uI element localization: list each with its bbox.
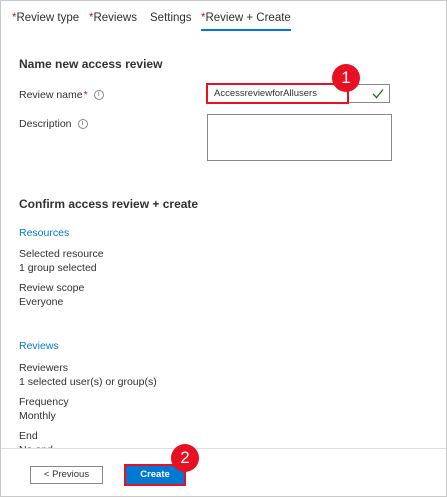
review-name-label: Review name * i: [19, 89, 104, 101]
checkmark-icon: [372, 89, 384, 99]
tab-review-type[interactable]: *Review type: [12, 12, 79, 24]
tab-settings[interactable]: Settings: [150, 12, 192, 24]
review-scope-label: Review scope: [19, 282, 85, 294]
description-label: Description i: [19, 118, 88, 130]
confirm-section-title: Confirm access review + create: [19, 197, 199, 211]
review-name-input[interactable]: AccessreviewforAllusers: [207, 84, 390, 103]
frequency-value: Monthly: [19, 410, 56, 422]
selected-resource-label: Selected resource: [19, 248, 104, 260]
tab-reviews[interactable]: *Reviews: [89, 12, 137, 24]
previous-button[interactable]: < Previous: [30, 466, 103, 484]
review-name-value: AccessreviewforAllusers: [214, 88, 317, 99]
reviewers-label: Reviewers: [19, 362, 69, 374]
selected-resource-value: 1 group selected: [19, 262, 97, 274]
frequency-label: Frequency: [19, 396, 69, 408]
callout-badge-2: 2: [171, 444, 199, 472]
reviewers-value: 1 selected user(s) or group(s): [19, 376, 157, 388]
end-label: End: [19, 430, 38, 442]
review-create-panel: *Review type *Reviews Settings *Review +…: [0, 0, 447, 497]
info-icon[interactable]: i: [77, 119, 88, 129]
reviews-heading: Reviews: [19, 340, 59, 352]
footer-bar: < Previous Create: [1, 448, 446, 496]
tab-review-create[interactable]: *Review + Create: [201, 12, 291, 31]
description-field[interactable]: [207, 114, 392, 161]
name-section-title: Name new access review: [19, 57, 163, 71]
callout-badge-1: 1: [332, 64, 360, 92]
resources-heading: Resources: [19, 227, 70, 239]
wizard-tabs: *Review type *Reviews Settings *Review +…: [1, 1, 446, 31]
review-scope-value: Everyone: [19, 296, 64, 308]
info-icon[interactable]: i: [93, 90, 104, 100]
